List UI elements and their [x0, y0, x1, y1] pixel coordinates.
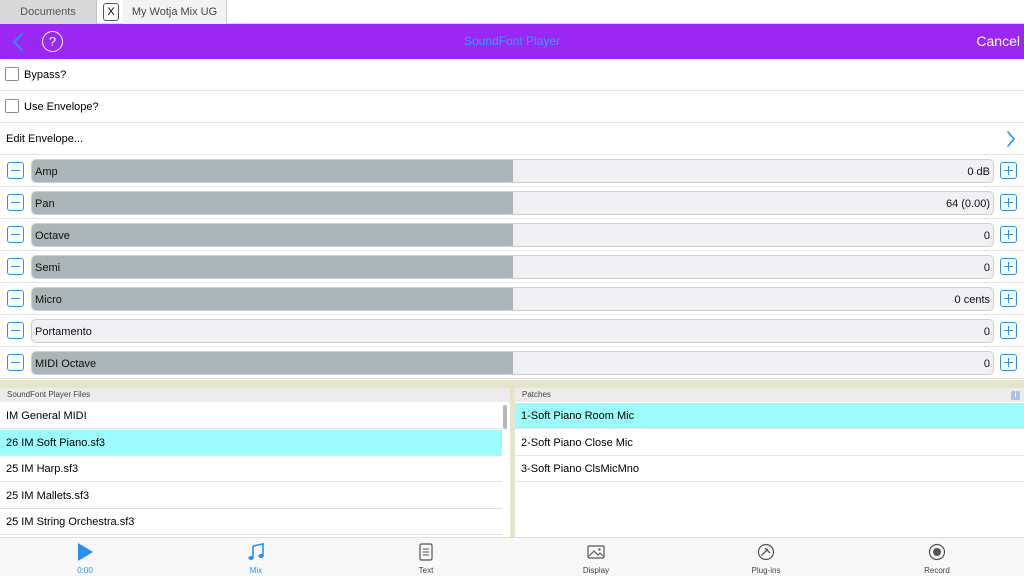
micro-slider-row: Micro 0 cents — [0, 283, 1024, 315]
micro-slider-fill — [32, 288, 513, 310]
semi-slider[interactable]: Semi 0 — [31, 255, 994, 279]
document-icon — [419, 543, 433, 561]
document-tab-strip: Documents X My Wotja Mix UG — [0, 0, 1024, 24]
use-envelope-label: Use Envelope? — [24, 101, 99, 113]
files-panel-header: SoundFont Player Files — [0, 388, 510, 402]
semi-increment-button[interactable] — [1000, 258, 1017, 275]
bypass-checkbox[interactable] — [5, 67, 19, 81]
bottom-tab-bar: 0:00 Mix Text Display Plug-ins Record — [0, 537, 1024, 576]
amp-slider[interactable]: Amp 0 dB — [31, 159, 994, 183]
text-label: Text — [418, 566, 434, 575]
midi-octave-decrement-button[interactable] — [7, 354, 24, 371]
amp-decrement-button[interactable] — [7, 162, 24, 179]
use-envelope-checkbox[interactable] — [5, 99, 19, 113]
plugins-label: Plug-ins — [751, 566, 781, 575]
midi-octave-label: MIDI Octave — [35, 358, 97, 370]
bypass-label: Bypass? — [24, 69, 67, 81]
soundfont-file-list-item[interactable]: IM General MIDI — [0, 403, 502, 429]
octave-slider-fill — [32, 224, 513, 246]
tab-mix[interactable]: Mix — [211, 538, 301, 576]
amp-value: 0 dB — [967, 166, 990, 178]
semi-decrement-button[interactable] — [7, 258, 24, 275]
micro-value: 0 cents — [954, 294, 990, 306]
semi-value: 0 — [983, 262, 990, 274]
pan-slider-fill — [32, 192, 513, 214]
micro-increment-button[interactable] — [1000, 290, 1017, 307]
patch-list-item[interactable]: 3-Soft Piano ClsMicMno — [515, 456, 1024, 482]
semi-label: Semi — [35, 262, 61, 274]
display-label: Display — [582, 566, 610, 575]
cancel-button[interactable]: Cancel — [976, 24, 1020, 59]
help-icon[interactable]: ? — [42, 31, 63, 52]
amp-increment-button[interactable] — [1000, 162, 1017, 179]
music-note-icon — [248, 543, 264, 560]
soundfont-file-list-item[interactable]: 26 IM Soft Piano.sf3 — [0, 429, 502, 456]
tab-current-mix[interactable]: My Wotja Mix UG — [123, 0, 227, 24]
amp-label: Amp — [35, 166, 58, 178]
portamento-slider[interactable]: Portamento 0 — [31, 319, 994, 343]
micro-decrement-button[interactable] — [7, 290, 24, 307]
octave-value: 0 — [983, 230, 990, 242]
files-scrollbar[interactable] — [503, 405, 507, 429]
plug-icon — [757, 543, 775, 561]
portamento-label: Portamento — [35, 326, 92, 338]
pan-decrement-button[interactable] — [7, 194, 24, 211]
midi-octave-slider-row: MIDI Octave 0 — [0, 347, 1024, 379]
use-envelope-row[interactable]: Use Envelope? — [0, 91, 1024, 123]
info-icon[interactable]: i — [1011, 391, 1020, 400]
soundfont-file-list-item[interactable]: 25 IM Harp.sf3 — [0, 456, 502, 482]
amp-slider-fill — [32, 160, 513, 182]
navigation-header: ? SoundFont Player Cancel — [0, 24, 1024, 59]
octave-increment-button[interactable] — [1000, 226, 1017, 243]
image-icon — [587, 545, 605, 559]
micro-label: Micro — [35, 294, 62, 306]
page-title: SoundFont Player — [463, 34, 561, 48]
pan-label: Pan — [35, 198, 55, 210]
soundfont-file-list-item[interactable]: 25 IM String Orchestra.sf3 — [0, 509, 502, 535]
midi-octave-slider-fill — [32, 352, 513, 374]
play-time-label: 0:00 — [77, 566, 93, 575]
midi-octave-value: 0 — [983, 358, 990, 370]
record-label: Record — [924, 566, 950, 575]
panel-divider — [0, 380, 1024, 388]
patches-panel-header: Patches — [515, 388, 1024, 402]
record-icon — [928, 543, 946, 561]
tab-plugins[interactable]: Plug-ins — [721, 538, 811, 576]
back-chevron-icon[interactable] — [8, 31, 30, 53]
pan-value: 64 (0.00) — [945, 198, 990, 210]
bypass-row[interactable]: Bypass? — [0, 59, 1024, 91]
tab-text[interactable]: Text — [381, 538, 471, 576]
tab-documents[interactable]: Documents — [0, 0, 97, 24]
midi-octave-slider[interactable]: MIDI Octave 0 — [31, 351, 994, 375]
tab-display[interactable]: Display — [551, 538, 641, 576]
close-tab-button[interactable]: X — [103, 3, 119, 21]
amp-slider-row: Amp 0 dB — [0, 155, 1024, 187]
portamento-decrement-button[interactable] — [7, 322, 24, 339]
mix-label: Mix — [249, 566, 263, 575]
tab-play[interactable]: 0:00 — [40, 538, 130, 576]
midi-octave-increment-button[interactable] — [1000, 354, 1017, 371]
chevron-right-icon — [1007, 131, 1015, 147]
patch-list-item[interactable]: 1-Soft Piano Room Mic — [515, 403, 1024, 429]
pan-slider-row: Pan 64 (0.00) — [0, 187, 1024, 219]
octave-slider[interactable]: Octave 0 — [31, 223, 994, 247]
patch-list-item[interactable]: 2-Soft Piano Close Mic — [515, 429, 1024, 456]
portamento-value: 0 — [983, 326, 990, 338]
semi-slider-row: Semi 0 — [0, 251, 1024, 283]
pan-increment-button[interactable] — [1000, 194, 1017, 211]
soundfont-file-list-item[interactable]: 25 IM Mallets.sf3 — [0, 482, 502, 509]
pan-slider[interactable]: Pan 64 (0.00) — [31, 191, 994, 215]
octave-decrement-button[interactable] — [7, 226, 24, 243]
portamento-slider-row: Portamento 0 — [0, 315, 1024, 347]
tab-record[interactable]: Record — [892, 538, 982, 576]
octave-slider-row: Octave 0 — [0, 219, 1024, 251]
play-icon — [78, 543, 93, 561]
portamento-increment-button[interactable] — [1000, 322, 1017, 339]
edit-envelope-label: Edit Envelope... — [6, 133, 84, 145]
micro-slider[interactable]: Micro 0 cents — [31, 287, 994, 311]
edit-envelope-row[interactable]: Edit Envelope... — [0, 123, 1024, 155]
octave-label: Octave — [35, 230, 70, 242]
semi-slider-fill — [32, 256, 513, 278]
